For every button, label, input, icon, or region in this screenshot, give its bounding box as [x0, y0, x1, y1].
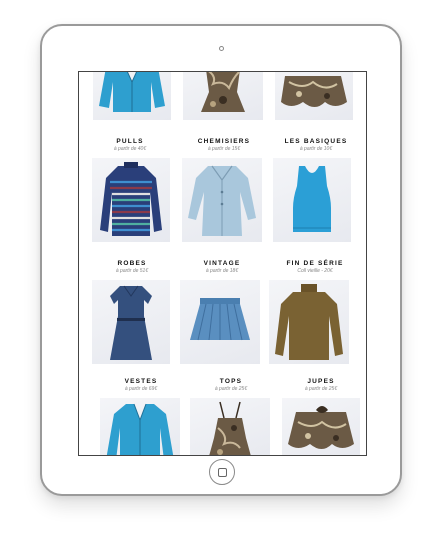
product-photo-jupes[interactable]: [282, 398, 360, 455]
category-price: à partir de 18€: [205, 268, 239, 274]
light-blue-shirt-icon: [188, 165, 256, 236]
product-photo-vestes[interactable]: [100, 398, 180, 455]
category-price: à partir de 51€: [115, 268, 149, 274]
product-photo-tops[interactable]: [190, 398, 270, 455]
home-square-icon: [218, 468, 227, 477]
category-chemisiers[interactable]: CHEMISIERS à partir de 15€: [182, 138, 266, 152]
denim-skirt-icon: [190, 298, 250, 341]
product-photo-vintage[interactable]: [180, 280, 260, 364]
catalog-screen[interactable]: PULLS à partir de 40€ CHEMISIERS à parti…: [78, 71, 367, 456]
product-photo-pulls[interactable]: [92, 158, 170, 242]
category-price: à partir de 25€: [214, 386, 248, 392]
product-photo-jacket-top[interactable]: [93, 72, 171, 120]
category-title: ROBES: [117, 260, 147, 267]
print-top-icon: [201, 72, 245, 112]
product-photo-skirt-top[interactable]: [275, 72, 353, 120]
category-title: LES BASIQUES: [284, 138, 348, 145]
category-tops[interactable]: TOPS à partir de 25€: [189, 378, 273, 392]
category-price: à partir de 25€: [304, 386, 338, 392]
denim-dress-icon: [110, 285, 152, 360]
brown-turtleneck-icon: [275, 284, 343, 360]
category-fin-de-serie[interactable]: FIN DE SÉRIE Coll vieille - 20€: [273, 260, 357, 274]
category-title: FIN DE SÉRIE: [286, 260, 344, 267]
print-skirt-icon: [288, 406, 354, 449]
category-jupes[interactable]: JUPES à partir de 25€: [279, 378, 363, 392]
category-title: CHEMISIERS: [197, 138, 251, 145]
category-title: JUPES: [307, 378, 335, 385]
category-pulls[interactable]: PULLS à partir de 40€: [88, 138, 172, 152]
category-vintage[interactable]: VINTAGE à partir de 18€: [180, 260, 264, 274]
product-photo-basiques[interactable]: [273, 158, 351, 242]
product-photo-robes[interactable]: [92, 280, 170, 364]
category-robes[interactable]: ROBES à partir de 51€: [90, 260, 174, 274]
category-price: à partir de 15€: [207, 146, 241, 152]
striped-sweater-icon: [100, 162, 162, 236]
category-basiques[interactable]: LES BASIQUES à partir de 10€: [274, 138, 358, 152]
category-title: TOPS: [219, 378, 243, 385]
home-button[interactable]: [209, 459, 235, 485]
product-photo-fin-de-serie[interactable]: [269, 280, 349, 364]
turquoise-tank-icon: [293, 166, 331, 232]
camera-icon: [219, 46, 224, 51]
category-title: VINTAGE: [203, 260, 241, 267]
category-vestes[interactable]: VESTES à partir de 69€: [99, 378, 183, 392]
product-photo-chemisiers[interactable]: [182, 158, 262, 242]
print-top-icon: [209, 401, 251, 455]
category-price: à partir de 40€: [113, 146, 147, 152]
product-photo-top-top[interactable]: [183, 72, 263, 120]
category-price: à partir de 69€: [124, 386, 158, 392]
category-title: VESTES: [124, 378, 158, 385]
category-price: à partir de 10€: [299, 146, 333, 152]
blue-jacket-icon: [106, 403, 174, 455]
tablet-frame: PULLS à partir de 40€ CHEMISIERS à parti…: [40, 24, 402, 496]
category-title: PULLS: [116, 138, 144, 145]
jacket-icon: [99, 72, 165, 112]
print-skirt-icon: [281, 76, 347, 107]
category-price: Coll vieille - 20€: [297, 268, 333, 274]
